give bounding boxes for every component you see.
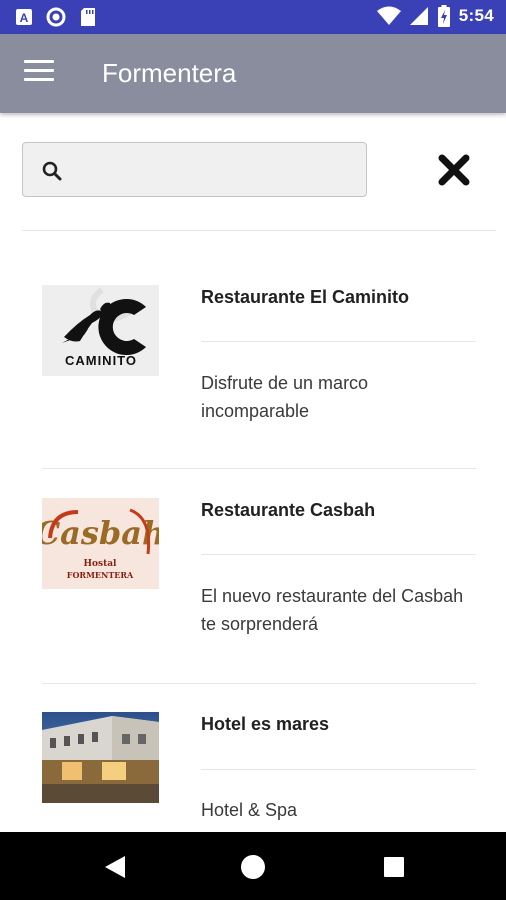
status-bar-left-icons: A (14, 7, 98, 27)
recents-icon[interactable] (379, 852, 409, 882)
sd-card-icon (78, 7, 98, 27)
svg-text:Hostal: Hostal (84, 559, 118, 569)
item-description: Disfrute de un marco incomparable (201, 373, 369, 421)
page-title: Formentera (102, 58, 237, 88)
search-input[interactable] (73, 143, 363, 196)
list-separator (42, 468, 476, 469)
hamburger-menu-icon[interactable] (24, 60, 54, 86)
item-title: Restaurante El Caminito (201, 287, 410, 307)
item-description: Hotel & Spa (201, 800, 298, 820)
signal-icon (409, 6, 429, 26)
home-icon[interactable] (238, 852, 268, 882)
status-bar: A 5:54 (0, 0, 506, 34)
svg-text:A: A (20, 11, 29, 25)
list-item[interactable]: Hotel es mares Hotel & Spa (42, 712, 476, 832)
item-divider (201, 769, 476, 770)
item-divider (201, 554, 476, 555)
app-bar: Formentera (0, 34, 506, 113)
circle-app-icon (46, 7, 66, 27)
item-description: El nuevo restaurante del Casbah te sorpr… (201, 586, 464, 634)
wifi-icon (376, 6, 401, 26)
caminito-logo: CAMINITO (42, 285, 159, 376)
item-title: Restaurante Casbah (201, 500, 376, 520)
back-icon[interactable] (100, 852, 130, 882)
status-time: 5:54 (458, 6, 494, 25)
search-icon (42, 161, 62, 181)
list-item[interactable]: Casbah Hostal FORMENTERA Restaurante Cas… (42, 498, 476, 684)
hotel-photo (42, 712, 159, 803)
casbah-logo: Casbah Hostal FORMENTERA (42, 498, 159, 589)
item-title: Hotel es mares (201, 714, 330, 734)
divider (22, 230, 496, 231)
svg-text:FORMENTERA: FORMENTERA (67, 570, 134, 580)
battery-charging-icon (437, 5, 451, 27)
status-bar-right-icons: 5:54 (376, 5, 494, 27)
svg-text:CAMINITO: CAMINITO (65, 353, 137, 368)
list-separator (42, 683, 476, 684)
app-a-icon: A (14, 7, 34, 27)
search-box[interactable] (22, 142, 367, 197)
navigation-bar (0, 832, 506, 900)
item-divider (201, 341, 476, 342)
close-icon[interactable] (436, 152, 472, 188)
list-item[interactable]: CAMINITO Restaurante El Caminito Disfrut… (42, 285, 476, 471)
